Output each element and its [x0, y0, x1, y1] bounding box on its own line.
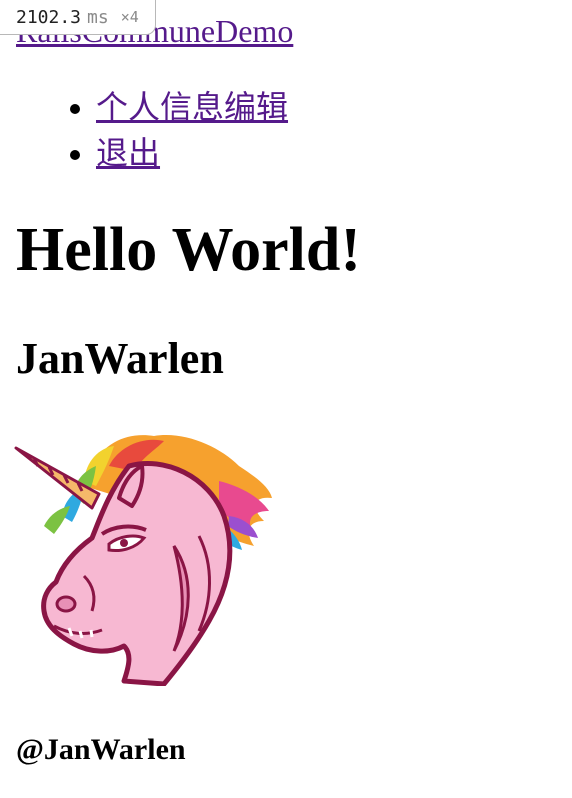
perf-value: 2102.3	[16, 6, 82, 28]
perf-count: ×4	[120, 8, 139, 26]
username-heading: JanWarlen	[16, 334, 224, 383]
page: 2102.3 ms ×4 RailsCommuneDemo 个人信息编辑 退出 …	[0, 0, 572, 798]
greeting-heading: Hello World!	[16, 216, 362, 284]
nav-list: 个人信息编辑 退出	[0, 84, 288, 176]
edit-profile-link[interactable]: 个人信息编辑	[96, 89, 288, 125]
user-handle: @JanWarlen	[16, 733, 186, 766]
perf-timer-badge: 2102.3 ms ×4	[0, 0, 156, 35]
logout-link[interactable]: 退出	[96, 135, 160, 171]
nav-item-logout: 退出	[96, 130, 288, 176]
perf-unit: ms	[87, 6, 109, 28]
nav-item-edit-profile: 个人信息编辑	[96, 84, 288, 130]
unicorn-avatar-icon	[14, 435, 272, 686]
